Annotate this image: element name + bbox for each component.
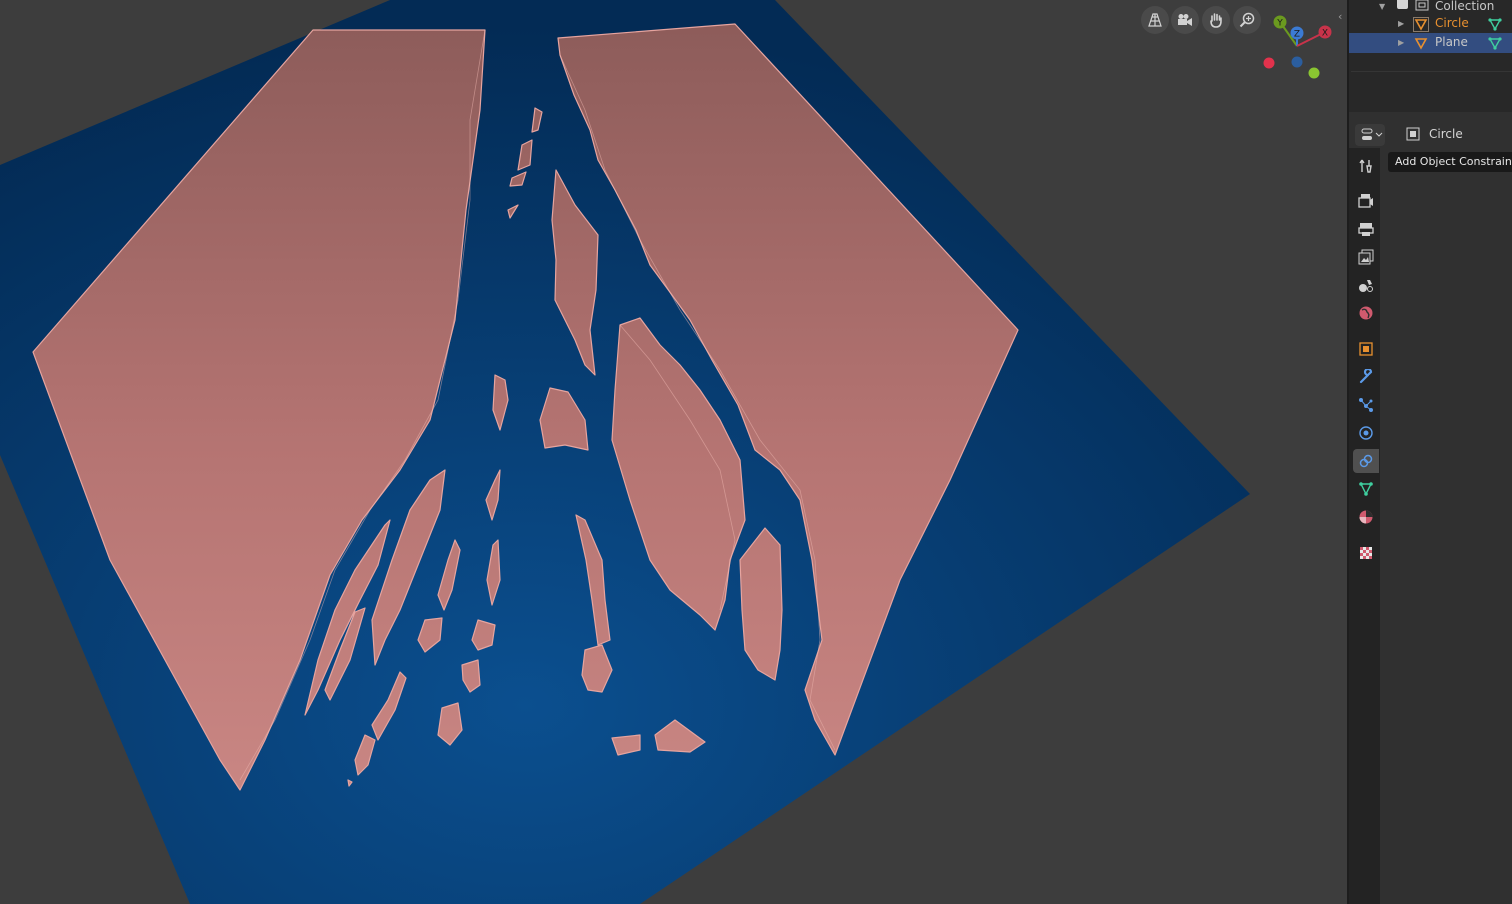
object-icon (1406, 127, 1420, 141)
render-icon (1358, 194, 1373, 208)
editor-type-button[interactable] (1355, 124, 1385, 146)
texture-icon (1360, 547, 1372, 559)
checkbox-icon[interactable] (1397, 0, 1408, 9)
gizmo-neg-z-axis[interactable] (1291, 56, 1303, 68)
tab-object[interactable] (1353, 337, 1379, 361)
tab-constraints[interactable] (1353, 449, 1379, 473)
gizmo-x-label: X (1322, 29, 1328, 39)
zoom-icon (1239, 12, 1255, 28)
outliner-divider (1351, 71, 1512, 72)
world-icon (1359, 306, 1373, 320)
physics-icon (1359, 426, 1373, 440)
navigation-gizmo[interactable]: Y Z X (1258, 10, 1347, 85)
tab-data[interactable] (1353, 477, 1379, 501)
pan-view-button[interactable] (1202, 6, 1230, 34)
gizmo-y-label: Y (1276, 19, 1283, 29)
outliner-label: Circle (1435, 16, 1469, 30)
outliner-row-collection[interactable]: ▼ Collection (1349, 0, 1512, 15)
expand-arrow-icon[interactable]: ▶ (1398, 38, 1404, 47)
tab-material[interactable] (1353, 505, 1379, 529)
context-object-name: Circle (1429, 127, 1463, 141)
object-icon (1359, 342, 1373, 356)
properties-header: Circle (1349, 116, 1512, 148)
view-layer-icon (1358, 249, 1374, 265)
properties-editor-icon (1361, 128, 1383, 140)
tool-icon (1359, 159, 1372, 173)
modifier-icon (1359, 369, 1373, 384)
collection-icon (1415, 0, 1429, 11)
tab-scene[interactable] (1353, 273, 1379, 297)
material-icon (1359, 510, 1373, 524)
perspective-grid-icon (1148, 13, 1162, 27)
chevron-left-icon[interactable]: ‹ (1338, 10, 1342, 23)
gizmo-neg-x-axis[interactable] (1263, 57, 1275, 69)
tab-view-layer[interactable] (1353, 245, 1379, 269)
tab-tool[interactable] (1353, 154, 1379, 178)
expand-arrow-icon[interactable]: ▶ (1398, 19, 1404, 28)
tooltip: Add Object Constraint (1388, 152, 1512, 172)
properties-editor[interactable]: Circle (1347, 112, 1512, 904)
gizmo-neg-y-axis[interactable] (1308, 67, 1320, 79)
output-icon (1358, 223, 1374, 236)
tab-render[interactable] (1353, 189, 1379, 213)
camera-view-button[interactable] (1171, 6, 1199, 34)
tab-particles[interactable] (1353, 393, 1379, 417)
viewport-scene[interactable] (0, 0, 1347, 904)
mesh-data-icon[interactable] (1487, 36, 1503, 51)
tab-texture[interactable] (1353, 541, 1379, 565)
outliner-label: Plane (1435, 35, 1468, 49)
particles-icon (1359, 398, 1373, 412)
3d-viewport[interactable]: Y Z X ‹ (0, 0, 1347, 904)
tab-output[interactable] (1353, 217, 1379, 241)
data-icon (1359, 482, 1373, 496)
tab-world[interactable] (1353, 301, 1379, 325)
tab-physics[interactable] (1353, 421, 1379, 445)
camera-icon (1178, 14, 1192, 26)
constraint-icon (1359, 454, 1373, 468)
properties-tabs (1349, 148, 1380, 904)
outliner-panel[interactable]: ▼ Collection ▶ Circle ▶ Plane (1347, 0, 1512, 112)
outliner-label: Collection (1435, 0, 1495, 13)
toggle-perspective-button[interactable] (1141, 6, 1169, 34)
mesh-data-icon[interactable] (1487, 17, 1503, 32)
zoom-view-button[interactable] (1233, 6, 1261, 34)
mesh-object-icon (1413, 17, 1429, 32)
outliner-row-plane[interactable]: ▶ Plane (1349, 33, 1512, 53)
gizmo-z-label: Z (1294, 30, 1300, 40)
hand-pan-icon (1210, 13, 1222, 28)
mesh-object-icon (1414, 38, 1428, 50)
expand-arrow-icon[interactable]: ▼ (1379, 2, 1385, 11)
tab-modifiers[interactable] (1353, 365, 1379, 389)
outliner-row-circle[interactable]: ▶ Circle (1349, 14, 1512, 34)
scene-icon (1359, 280, 1373, 292)
